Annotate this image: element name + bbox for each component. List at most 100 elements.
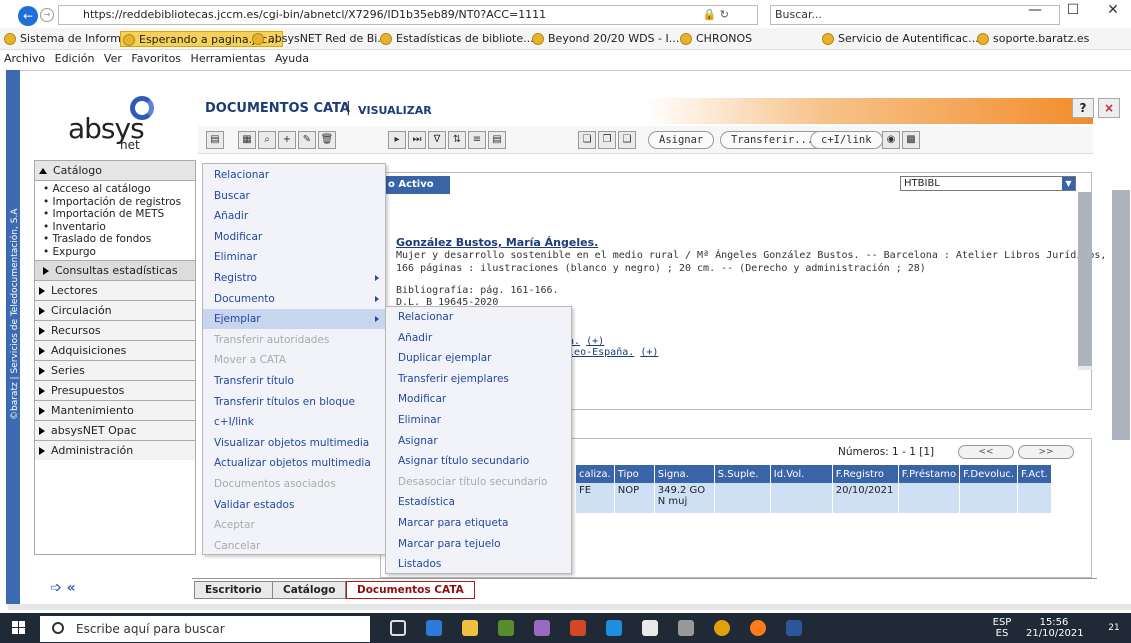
- close-window-button[interactable]: ✕: [1098, 2, 1128, 18]
- nav-mantenimiento[interactable]: Mantenimiento: [35, 400, 195, 420]
- scrollbar-thumb[interactable]: [1078, 192, 1092, 366]
- format-select[interactable]: HTBIBL ▼: [900, 176, 1076, 191]
- col-header[interactable]: F.Registro: [832, 465, 899, 483]
- menu-herramientas[interactable]: Herramientas: [191, 52, 266, 65]
- nav-sub-item[interactable]: • Importación de registros: [43, 196, 195, 209]
- app-icon[interactable]: [498, 620, 514, 636]
- col-header[interactable]: Signa.: [654, 465, 715, 483]
- col-header[interactable]: Tipo: [614, 465, 655, 483]
- nav-catalogo[interactable]: Catálogo: [35, 161, 195, 181]
- notification-badge[interactable]: 21: [1104, 623, 1124, 634]
- submenu-item[interactable]: Eliminar: [386, 410, 571, 431]
- menu-item[interactable]: c+I/link: [203, 412, 385, 432]
- tab-documentos-cata[interactable]: Documentos CATA: [346, 581, 475, 599]
- menu-item[interactable]: Relacionar: [203, 165, 385, 185]
- maximize-button[interactable]: ☐: [1058, 2, 1088, 18]
- copy-icon[interactable]: ❏: [578, 131, 596, 149]
- tab-escritorio[interactable]: Escritorio: [194, 581, 273, 599]
- help-button[interactable]: ?: [1072, 98, 1094, 118]
- collapse-icon[interactable]: ➩ «: [50, 580, 76, 596]
- paste-icon[interactable]: ❐: [598, 131, 616, 149]
- record-tab[interactable]: o Activo: [380, 176, 450, 194]
- nav-recursos[interactable]: Recursos: [35, 320, 195, 340]
- visualizar-label[interactable]: VISUALIZAR: [358, 104, 432, 117]
- menu-item[interactable]: Transferir títulos en bloque: [203, 392, 385, 412]
- windows-start-icon[interactable]: [12, 621, 26, 635]
- nav-administracion[interactable]: Administración: [35, 440, 195, 460]
- menu-favoritos[interactable]: Favoritos: [131, 52, 181, 65]
- col-header[interactable]: F.Préstamo: [898, 465, 961, 483]
- explorer-icon[interactable]: [462, 620, 478, 636]
- address-bar[interactable]: https://reddebibliotecas.jccm.es/cgi-bin…: [58, 5, 758, 25]
- list-icon[interactable]: ≡: [468, 131, 486, 149]
- duplicate-icon[interactable]: ❑: [618, 131, 636, 149]
- nav-opac[interactable]: absysNET Opac: [35, 420, 195, 440]
- menu-item[interactable]: Ejemplar: [203, 309, 385, 330]
- submenu-item[interactable]: Relacionar: [386, 307, 571, 328]
- filter-icon[interactable]: ∇: [428, 131, 446, 149]
- delete-icon[interactable]: 🗑: [318, 131, 336, 149]
- submenu-item[interactable]: Listados: [386, 554, 571, 575]
- menu-ver[interactable]: Ver: [104, 52, 122, 65]
- last-icon[interactable]: ⏭: [408, 131, 426, 149]
- col-header[interactable]: caliza.: [576, 465, 615, 483]
- submenu-item[interactable]: Asignar: [386, 431, 571, 452]
- nav-adquisiciones[interactable]: Adquisiciones: [35, 340, 195, 360]
- browser-search-input[interactable]: Buscar...: [770, 5, 1060, 25]
- nav-presupuestos[interactable]: Presupuestos: [35, 380, 195, 400]
- close-app-button[interactable]: ×: [1098, 98, 1120, 118]
- table-row[interactable]: FE NOP 349.2 GO N muj 20/10/2021: [576, 483, 1052, 513]
- submenu-item[interactable]: Transferir ejemplares: [386, 369, 571, 390]
- favorite-item[interactable]: Beyond 20/20 WDS - I...: [530, 31, 683, 47]
- grid-icon[interactable]: ▦: [238, 131, 256, 149]
- taskbar-search[interactable]: Escribe aquí para buscar: [40, 616, 370, 642]
- menu-item[interactable]: Documento: [203, 289, 385, 309]
- task-view-icon[interactable]: [390, 620, 406, 636]
- col-header[interactable]: S.Suple.: [714, 465, 771, 483]
- favorite-item[interactable]: soporte.baratz.es: [975, 31, 1093, 47]
- menu-edicion[interactable]: Edición: [55, 52, 95, 65]
- firefox-icon[interactable]: [750, 620, 766, 636]
- submenu-item[interactable]: Marcar para etiqueta: [386, 513, 571, 534]
- menu-item[interactable]: Registro: [203, 268, 385, 288]
- favorite-item[interactable]: CHRONOS: [678, 31, 756, 47]
- menu-item[interactable]: Añadir: [203, 206, 385, 226]
- nav-consultas-estadisticas[interactable]: Consultas estadísticas: [35, 260, 195, 280]
- nav-lectores[interactable]: Lectores: [35, 280, 195, 300]
- menu-item[interactable]: Modificar: [203, 227, 385, 247]
- favorite-item[interactable]: absysNET Red de Bi...: [250, 31, 392, 47]
- record-scrollbar[interactable]: [1078, 192, 1092, 370]
- favorite-item[interactable]: Servicio de Autentificac...: [820, 31, 983, 47]
- submenu-item[interactable]: Marcar para tejuelo: [386, 534, 571, 555]
- nav-series[interactable]: Series: [35, 360, 195, 380]
- menu-item[interactable]: Eliminar: [203, 247, 385, 267]
- search-icon[interactable]: ⌕: [258, 131, 276, 149]
- submenu-item[interactable]: Añadir: [386, 328, 571, 349]
- camera-icon[interactable]: ◉: [882, 131, 900, 149]
- page-scrollbar-thumb[interactable]: [1112, 190, 1130, 440]
- chrome-icon[interactable]: [714, 620, 730, 636]
- minimize-button[interactable]: —: [1020, 2, 1050, 18]
- link-button[interactable]: c+I/link: [810, 131, 883, 149]
- view-icon[interactable]: ▤: [206, 131, 224, 149]
- next-page-button[interactable]: >>: [1018, 445, 1074, 459]
- notes-icon[interactable]: [642, 620, 658, 636]
- back-button[interactable]: ←: [18, 6, 38, 26]
- assign-button[interactable]: Asignar: [648, 131, 715, 149]
- prev-page-button[interactable]: <<: [958, 445, 1014, 459]
- nav-sub-item[interactable]: • Acceso al catálogo: [43, 183, 195, 196]
- window-icon[interactable]: ▩: [902, 131, 920, 149]
- menu-item[interactable]: Buscar: [203, 186, 385, 206]
- nav-sub-item[interactable]: • Inventario: [43, 221, 195, 234]
- language-indicator[interactable]: ESP ES: [990, 617, 1014, 639]
- nav-sub-item[interactable]: • Expurgo: [43, 246, 195, 259]
- clock[interactable]: 15:56 21/10/2021: [1026, 617, 1084, 639]
- edit-icon[interactable]: ✎: [298, 131, 316, 149]
- menu-item[interactable]: Actualizar objetos multimedia: [203, 453, 385, 473]
- nav-circulacion[interactable]: Circulación: [35, 300, 195, 320]
- app-icon[interactable]: [534, 620, 550, 636]
- horizontal-scrollbar[interactable]: [8, 604, 1131, 610]
- col-header[interactable]: Id.Vol.: [770, 465, 833, 483]
- nav-sub-item[interactable]: • Traslado de fondos: [43, 233, 195, 246]
- word-icon[interactable]: [786, 620, 802, 636]
